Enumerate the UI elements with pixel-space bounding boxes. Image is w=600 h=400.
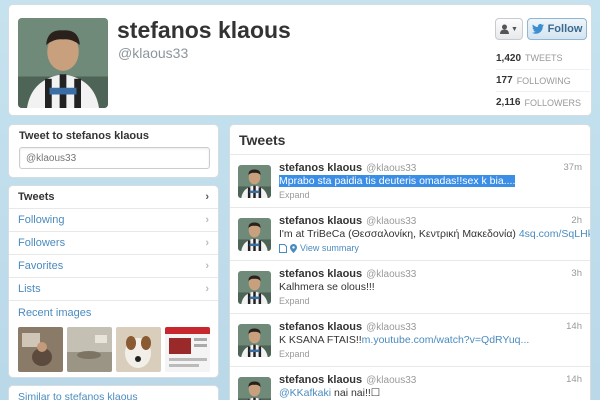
nav-label: Following	[18, 214, 65, 226]
profile-handle: @klaous33	[118, 45, 189, 61]
tweet-avatar[interactable]	[238, 165, 271, 198]
tweets-heading: Tweets	[230, 125, 590, 155]
view-summary-label: View summary	[300, 243, 359, 253]
nav-tweets[interactable]: Tweets ›	[9, 186, 218, 209]
stat-value: 177	[496, 75, 513, 86]
chevron-right-icon: ›	[205, 191, 209, 203]
nav-followers[interactable]: Followers ›	[9, 232, 218, 255]
stat-tweets[interactable]: 1,420 TWEETS	[496, 47, 590, 69]
profile-nav: Tweets › Following › Followers › Favorit…	[8, 185, 219, 378]
recent-image-thumb[interactable]	[67, 327, 112, 372]
nav-favorites[interactable]: Favorites ›	[9, 255, 218, 278]
profile-stats: 1,420 TWEETS 177 FOLLOWING 2,116 FOLLOWE…	[496, 47, 590, 113]
tweet-item[interactable]: stefanos klaous @klaous33 14h K KSANA FT…	[230, 314, 590, 367]
tweet-author-handle: @klaous33	[366, 375, 417, 386]
tweet-avatar[interactable]	[238, 218, 271, 251]
tweet-link[interactable]: m.youtube.com/watch?v=QdRYuq...	[362, 334, 530, 346]
tweet-timestamp[interactable]: 14h	[566, 374, 582, 385]
tweet-timestamp[interactable]: 37m	[564, 162, 582, 173]
tweet-text: Mprabo sta paidia tis deuteris omadas!!s…	[279, 175, 516, 187]
nav-lists[interactable]: Lists ›	[9, 278, 218, 301]
profile-avatar[interactable]	[18, 18, 108, 108]
nav-label: Lists	[18, 283, 41, 295]
tweet-author-name[interactable]: stefanos klaous	[279, 215, 362, 227]
chevron-right-icon: ›	[205, 283, 209, 295]
similar-to-box[interactable]: Similar to stefanos klaous	[8, 385, 219, 400]
user-actions-dropdown[interactable]: ▼	[495, 18, 523, 40]
tweet-text-selected: Mprabo sta paidia tis deuteris omadas!!s…	[279, 175, 516, 187]
stat-label: FOLLOWING	[516, 75, 571, 86]
stat-value: 1,420	[496, 52, 522, 64]
tweet-item[interactable]: stefanos klaous @klaous33 37m Mprabo sta…	[230, 155, 590, 208]
profile-header: stefanos klaous @klaous33 ▼ Follow 1,420…	[8, 4, 592, 116]
follow-label: Follow	[547, 23, 583, 35]
recent-image-thumb[interactable]	[165, 327, 210, 372]
tweet-author-handle: @klaous33	[366, 163, 417, 174]
tweet-text: I'm at TriBeCa (Θεσσαλονίκη, Κεντρική Μα…	[279, 228, 590, 240]
stat-followers[interactable]: 2,116 FOLLOWERS	[496, 91, 590, 113]
tweet-body: K KSANA FTAIS!!	[279, 334, 362, 346]
tweet-body: I'm at TriBeCa (Θεσσαλονίκη, Κεντρική Μα…	[279, 228, 516, 240]
tweets-timeline: Tweets stefanos klaous @klaous33 37m Mpr…	[229, 124, 591, 400]
tweet-avatar[interactable]	[238, 377, 271, 400]
twitter-bird-icon	[531, 24, 544, 34]
stat-value: 2,116	[496, 97, 521, 108]
tweet-mention[interactable]: @KKafkaki	[279, 387, 331, 399]
stat-label: TWEETS	[525, 53, 563, 63]
tweet-body: nai nai!!☐	[334, 387, 381, 399]
location-pin-icon	[290, 243, 297, 253]
tweet-author-handle: @klaous33	[366, 216, 417, 227]
tweet-item[interactable]: stefanos klaous @klaous33 14h @KKafkaki …	[230, 367, 590, 400]
profile-display-name: stefanos klaous	[117, 17, 291, 43]
tweet-text: Kalhmera se olous!!!	[279, 281, 375, 293]
expand-link[interactable]: Expand	[279, 296, 310, 306]
tweet-author-name[interactable]: stefanos klaous	[279, 268, 362, 280]
tweet-author-handle: @klaous33	[366, 322, 417, 333]
follow-button[interactable]: Follow	[527, 18, 587, 40]
document-icon	[279, 243, 287, 253]
nav-label: Tweets	[18, 191, 55, 203]
user-icon	[500, 24, 510, 34]
tweet-text: @KKafkaki nai nai!!☐	[279, 387, 380, 399]
nav-label: Favorites	[18, 260, 64, 272]
recent-image-thumb[interactable]	[18, 327, 63, 372]
stat-label: FOLLOWERS	[524, 97, 581, 108]
tweet-author-name[interactable]: stefanos klaous	[279, 321, 362, 333]
chevron-down-icon: ▼	[511, 25, 518, 33]
recent-images-link[interactable]: Recent images	[9, 301, 218, 323]
tweet-item[interactable]: stefanos klaous @klaous33 3h Kalhmera se…	[230, 261, 590, 314]
chevron-right-icon: ›	[205, 237, 209, 249]
tweet-to-title: Tweet to stefanos klaous	[19, 130, 149, 142]
tweet-text: K KSANA FTAIS!!m.youtube.com/watch?v=QdR…	[279, 334, 529, 346]
tweet-timestamp[interactable]: 3h	[571, 268, 582, 279]
tweet-to-box: Tweet to stefanos klaous	[8, 124, 219, 178]
expand-link[interactable]: Expand	[279, 190, 310, 200]
tweet-item[interactable]: stefanos klaous @klaous33 2h I'm at TriB…	[230, 208, 590, 261]
tweet-timestamp[interactable]: 14h	[566, 321, 582, 332]
nav-following[interactable]: Following ›	[9, 209, 218, 232]
tweet-avatar[interactable]	[238, 324, 271, 357]
nav-label: Followers	[18, 237, 66, 249]
recent-images-thumbs	[9, 323, 218, 372]
similar-to-label: Similar to stefanos klaous	[18, 391, 138, 400]
tweet-author-name[interactable]: stefanos klaous	[279, 162, 362, 174]
chevron-right-icon: ›	[205, 214, 209, 226]
recent-image-thumb[interactable]	[116, 327, 161, 372]
view-summary-link[interactable]: View summary	[279, 243, 359, 253]
expand-link[interactable]: Expand	[279, 349, 310, 359]
tweet-author-name[interactable]: stefanos klaous	[279, 374, 362, 386]
tweet-author-handle: @klaous33	[366, 269, 417, 280]
tweet-avatar[interactable]	[238, 271, 271, 304]
chevron-right-icon: ›	[205, 260, 209, 272]
tweet-to-input[interactable]	[19, 147, 210, 169]
tweet-link[interactable]: 4sq.com/SqLHkZ	[519, 228, 590, 240]
tweet-timestamp[interactable]: 2h	[571, 215, 582, 226]
stat-following[interactable]: 177 FOLLOWING	[496, 69, 590, 91]
